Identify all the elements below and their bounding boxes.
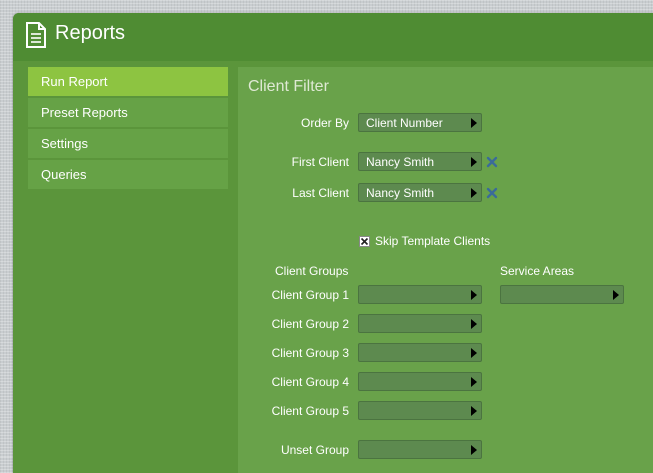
client-group-1-label: Client Group 1 <box>271 288 349 302</box>
client-groups-header: Client Groups <box>275 264 349 278</box>
document-icon <box>26 22 46 48</box>
clear-first-client-icon[interactable] <box>486 156 498 168</box>
window-title: Reports <box>55 22 126 44</box>
dropdown-arrow-icon <box>471 188 477 198</box>
client-group-3-label: Client Group 3 <box>271 346 349 360</box>
client-filter-panel: Client Filter Order By Client Number Fir… <box>238 67 653 473</box>
dropdown-arrow-icon <box>471 406 477 416</box>
service-areas-header: Service Areas <box>500 264 575 278</box>
client-group-5-dropdown[interactable] <box>358 401 482 420</box>
client-group-1-dropdown[interactable] <box>358 285 482 304</box>
first-client-dropdown[interactable]: Nancy Smith <box>358 152 482 171</box>
first-client-value: Nancy Smith <box>366 155 435 169</box>
nav-item-settings[interactable]: Settings <box>28 129 228 158</box>
dropdown-arrow-icon <box>613 290 619 300</box>
client-group-4-label: Client Group 4 <box>271 375 349 389</box>
client-group-2-label: Client Group 2 <box>271 317 349 331</box>
order-by-dropdown[interactable]: Client Number <box>358 113 482 132</box>
service-area-dropdown[interactable] <box>500 285 624 304</box>
last-client-value: Nancy Smith <box>366 186 435 200</box>
dropdown-arrow-icon <box>471 118 477 128</box>
first-client-label: First Client <box>291 155 349 169</box>
sidebar-nav: Run Report Preset Reports Settings Queri… <box>28 67 228 191</box>
dropdown-arrow-icon <box>471 445 477 455</box>
unset-group-label: Unset Group <box>280 443 349 457</box>
client-group-3-dropdown[interactable] <box>358 343 482 362</box>
nav-item-run-report[interactable]: Run Report <box>28 67 228 96</box>
dropdown-arrow-icon <box>471 319 477 329</box>
checkmark-icon <box>360 237 369 246</box>
skip-template-label: Skip Template Clients <box>375 234 491 248</box>
clear-last-client-icon[interactable] <box>486 187 498 199</box>
unset-group-dropdown[interactable] <box>358 440 482 459</box>
order-by-label: Order By <box>300 116 349 130</box>
client-group-4-dropdown[interactable] <box>358 372 482 391</box>
last-client-dropdown[interactable]: Nancy Smith <box>358 183 482 202</box>
nav-item-preset-reports[interactable]: Preset Reports <box>28 98 228 127</box>
dropdown-arrow-icon <box>471 290 477 300</box>
reports-window: Reports Run Report Preset Reports Settin… <box>13 13 653 473</box>
title-bar: Reports <box>13 13 653 61</box>
nav-item-queries[interactable]: Queries <box>28 160 228 189</box>
panel-title: Client Filter <box>248 78 329 95</box>
dropdown-arrow-icon <box>471 157 477 167</box>
client-group-5-label: Client Group 5 <box>271 404 349 418</box>
dropdown-arrow-icon <box>471 348 477 358</box>
skip-template-checkbox[interactable] <box>359 236 370 247</box>
dropdown-arrow-icon <box>471 377 477 387</box>
order-by-value: Client Number <box>366 116 443 130</box>
client-group-2-dropdown[interactable] <box>358 314 482 333</box>
last-client-label: Last Client <box>292 186 349 200</box>
